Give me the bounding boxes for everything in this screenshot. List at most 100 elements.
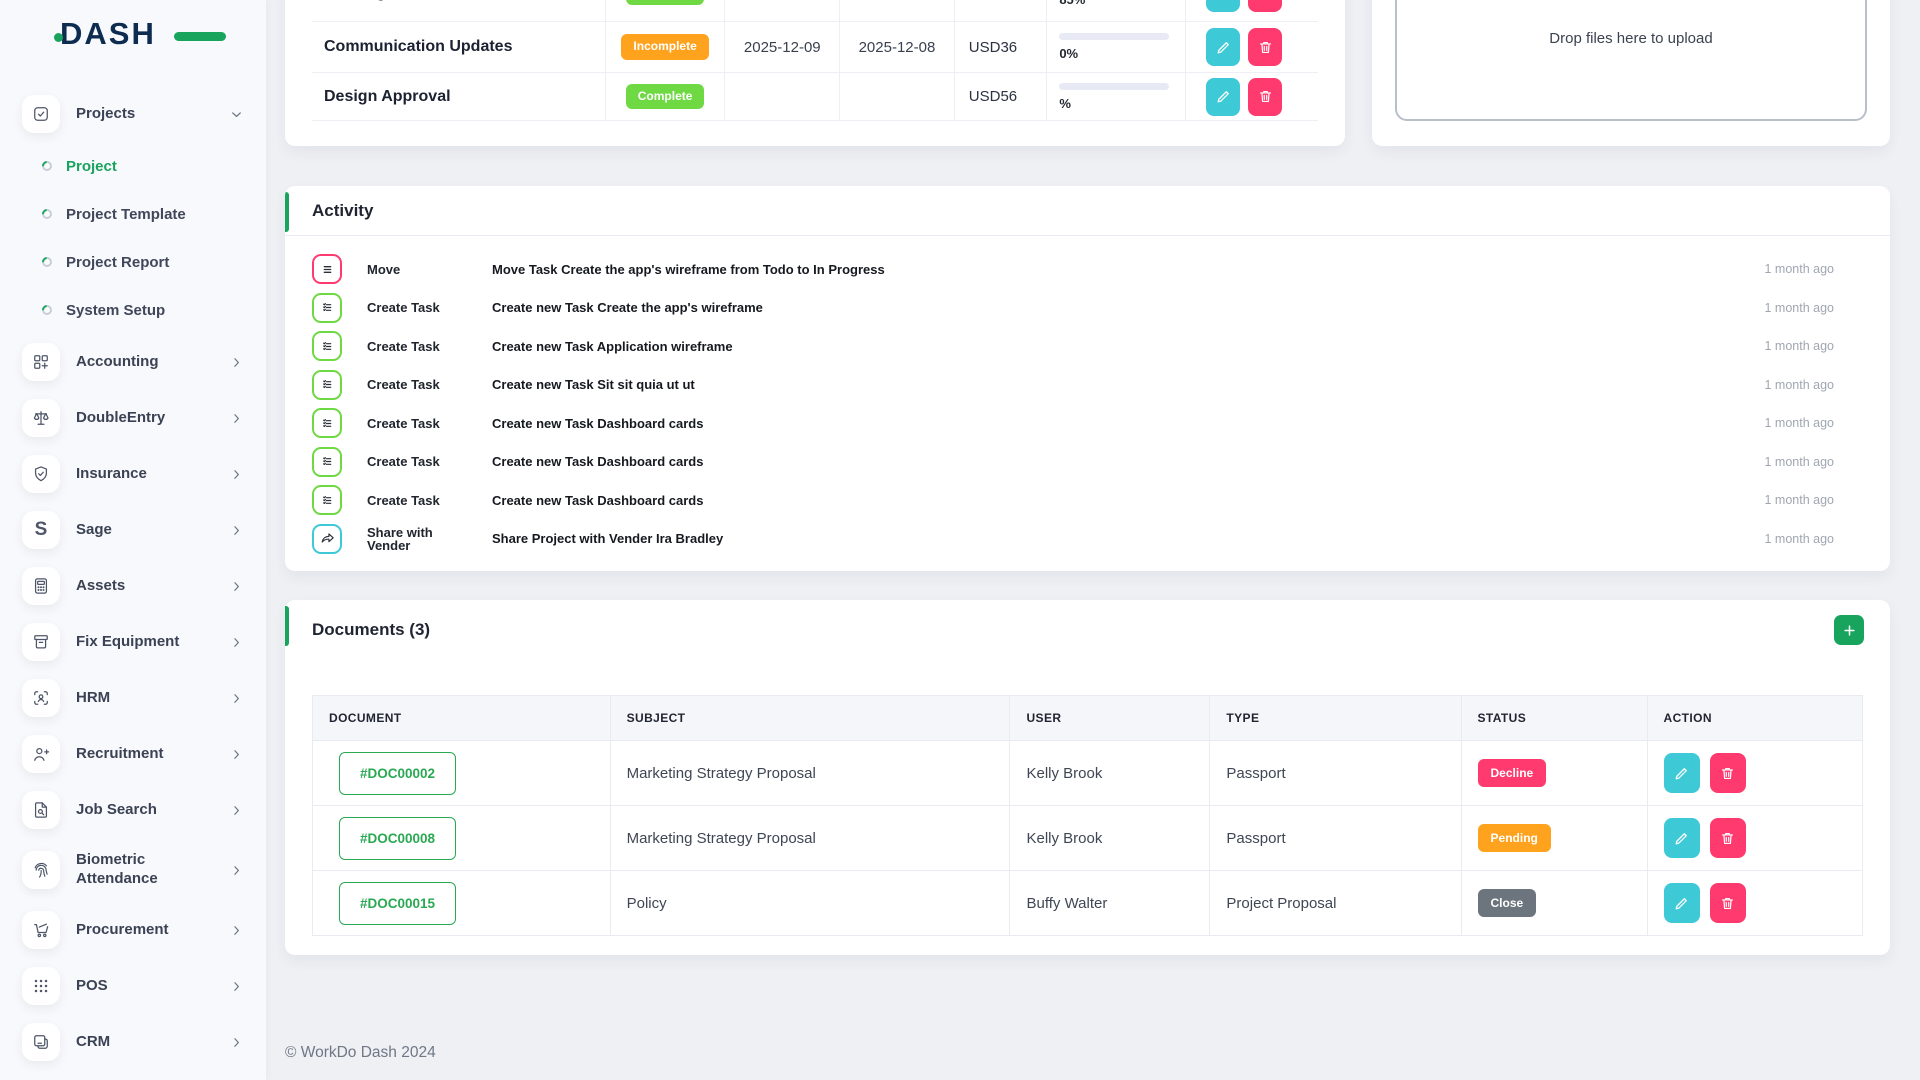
chevron-right-icon [229,691,244,706]
document-id-button[interactable]: #DOC00008 [339,817,456,860]
chevron-right-icon [229,1035,244,1050]
sidebar-item-procurement[interactable]: Procurement [0,902,266,958]
task-list-icon [312,485,342,515]
task-row-partial: g Complete 85% [312,0,1318,22]
delete-task-button[interactable] [1248,0,1282,12]
chevron-right-icon [229,923,244,938]
edit-document-button[interactable] [1664,818,1700,858]
scales-icon [22,399,60,437]
sidebar-item-assets[interactable]: Assets [0,558,266,614]
sidebar-item-system-setup[interactable]: System Setup [0,286,266,334]
activity-item: Create Task Create new Task Create the a… [312,289,1834,328]
sidebar-item-fix-equipment[interactable]: Fix Equipment [0,614,266,670]
task-list-icon [312,408,342,438]
sidebar-item-label: Job Search [76,801,208,820]
sidebar-item-biometric-attendance[interactable]: Biometric Attendance [0,838,266,902]
status-badge: Complete [626,0,705,5]
documents-title: Documents (3) [312,620,430,640]
plus-icon [1842,623,1857,638]
documents-header: Documents (3) [285,600,1890,660]
progress-bar [1059,33,1169,40]
sidebar-item-label: Recruitment [76,745,208,764]
tasks-card: g Complete 85% Communication Updates Inc… [285,0,1345,146]
projects-submenu: Project Project Template Project Report … [0,142,266,334]
task-name: g [312,0,605,21]
activity-type: Create Task [367,417,467,430]
activity-description: Move Task Create the app's wireframe fro… [492,262,1765,277]
task-start-date: 2025-12-09 [724,22,839,72]
delete-task-button[interactable] [1248,28,1282,66]
activity-time: 1 month ago [1765,455,1835,469]
edit-task-button[interactable] [1206,78,1240,116]
sidebar-item-pos[interactable]: POS [0,958,266,1014]
sidebar-item-crm[interactable]: CRM [0,1014,266,1070]
document-row: #DOC00015 Policy Buffy Walter Project Pr… [313,871,1863,936]
delete-document-button[interactable] [1710,753,1746,793]
file-search-icon [22,791,60,829]
sidebar-item-projects[interactable]: Projects [0,86,266,142]
edit-document-button[interactable] [1664,753,1700,793]
activity-type: Share with Vender [367,526,467,552]
delete-document-button[interactable] [1710,883,1746,923]
status-badge: Pending [1478,824,1551,852]
sidebar-item-hrm[interactable]: HRM [0,670,266,726]
tasks-table: g Complete 85% Communication Updates Inc… [312,0,1318,121]
activity-type: Create Task [367,378,467,391]
document-id-button[interactable]: #DOC00002 [339,752,456,795]
activity-description: Create new Task Dashboard cards [492,416,1765,431]
activity-type: Create Task [367,340,467,353]
add-document-button[interactable] [1834,615,1864,645]
chevron-right-icon [229,355,244,370]
sidebar-item-job-search[interactable]: Job Search [0,782,266,838]
sidebar-item-project[interactable]: Project [0,142,266,190]
task-row: Design Approval Complete USD56 % [312,73,1318,121]
activity-type: Create Task [367,494,467,507]
activity-time: 1 month ago [1765,532,1835,546]
chevron-down-icon [229,107,244,122]
document-id-button[interactable]: #DOC00015 [339,882,456,925]
delete-document-button[interactable] [1710,818,1746,858]
status-badge: Decline [1478,759,1547,787]
sidebar-item-label: CRM [76,1033,208,1052]
document-subject: Marketing Strategy Proposal [610,741,1010,806]
edit-task-button[interactable] [1206,0,1240,12]
sidebar-item-project-report[interactable]: Project Report [0,238,266,286]
shield-check-icon [22,455,60,493]
bullet-icon [40,159,54,173]
edit-document-button[interactable] [1664,883,1700,923]
progress-label: 0% [1059,46,1169,61]
file-dropzone[interactable]: Drop files here to upload [1395,0,1867,121]
sidebar-item-accounting[interactable]: Accounting [0,334,266,390]
task-price: USD36 [954,22,1047,72]
delete-task-button[interactable] [1248,78,1282,116]
sidebar-item-label: Biometric Attendance [76,851,208,889]
logo-dash-bar [174,32,226,41]
document-user: Kelly Brook [1010,741,1210,806]
document-type: Project Proposal [1210,871,1461,936]
task-start-date [724,73,839,120]
document-row: #DOC00002 Marketing Strategy Proposal Ke… [313,741,1863,806]
sidebar-item-insurance[interactable]: Insurance [0,446,266,502]
activity-time: 1 month ago [1765,339,1835,353]
col-status: STATUS [1461,696,1647,741]
sidebar-subitem-label: Project [66,158,117,175]
chevron-right-icon [229,747,244,762]
activity-time: 1 month ago [1765,378,1835,392]
sidebar-item-label: Sage [76,521,208,540]
chevron-right-icon [229,635,244,650]
activity-title: Activity [312,201,373,221]
app-logo[interactable]: DASH [60,16,210,58]
activity-item: Share with Vender Share Project with Ven… [312,520,1834,559]
activity-type: Create Task [367,301,467,314]
edit-task-button[interactable] [1206,28,1240,66]
sidebar-item-label: POS [76,977,208,996]
document-row: #DOC00008 Marketing Strategy Proposal Ke… [313,806,1863,871]
sidebar-item-project-template[interactable]: Project Template [0,190,266,238]
sidebar-item-sage[interactable]: S Sage [0,502,266,558]
task-list-icon [312,331,342,361]
document-type: Passport [1210,741,1461,806]
sidebar-item-doubleentry[interactable]: DoubleEntry [0,390,266,446]
sidebar-item-recruitment[interactable]: Recruitment [0,726,266,782]
document-user: Buffy Walter [1010,871,1210,936]
chevron-right-icon [229,411,244,426]
